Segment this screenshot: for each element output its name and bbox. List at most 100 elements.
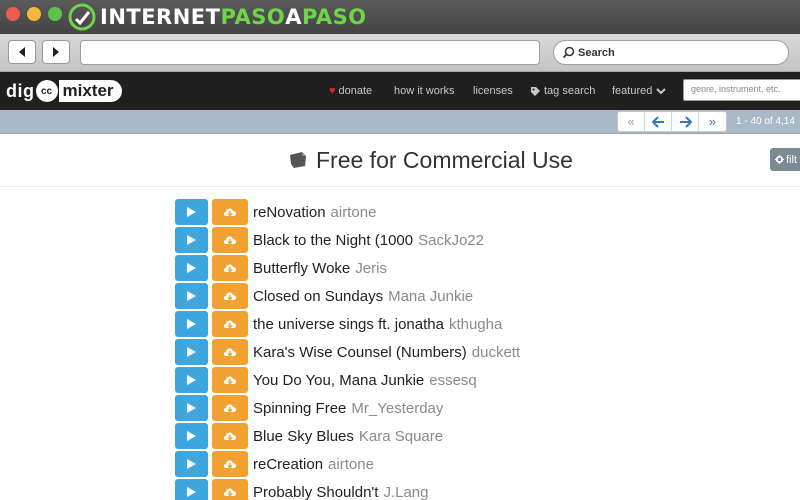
menu-licenses-label: licenses [473, 85, 513, 97]
play-button[interactable] [175, 255, 208, 281]
track-artist[interactable]: J.Lang [383, 484, 428, 500]
menu-licenses[interactable]: licenses [473, 85, 513, 97]
chevron-down-icon [656, 88, 667, 95]
play-button[interactable] [175, 227, 208, 253]
track-title[interactable]: You Do You, Mana Junkie [253, 372, 424, 389]
last-page-button[interactable]: » [699, 112, 726, 131]
track-row: reCreation airtone [175, 450, 675, 478]
play-button[interactable] [175, 283, 208, 309]
site-search-input[interactable]: genre, instrument, etc. [683, 79, 800, 101]
download-button[interactable] [212, 367, 248, 393]
track-title[interactable]: the universe sings ft. jonatha [253, 316, 444, 333]
menu-tag-search-label: tag search [544, 85, 596, 97]
play-button[interactable] [175, 339, 208, 365]
window-minimize-button[interactable] [27, 7, 41, 21]
track-artist[interactable]: kthugha [449, 316, 502, 333]
first-page-button[interactable]: « [618, 112, 645, 131]
play-button[interactable] [175, 311, 208, 337]
track-title[interactable]: Kara's Wise Counsel (Numbers) [253, 344, 467, 361]
track-artist[interactable]: airtone [331, 204, 377, 221]
play-button[interactable] [175, 451, 208, 477]
watermark-text-1: INTERNET [100, 5, 221, 29]
window-maximize-button[interactable] [48, 7, 62, 21]
cloud-download-icon [223, 376, 237, 385]
gear-icon [775, 155, 784, 164]
pager: « » [617, 111, 727, 132]
site-logo[interactable]: dig cc mixter [6, 79, 122, 103]
cloud-download-icon [223, 264, 237, 273]
track-title[interactable]: Blue Sky Blues [253, 428, 354, 445]
download-button[interactable] [212, 339, 248, 365]
track-artist[interactable]: Kara Square [359, 428, 443, 445]
track-title[interactable]: Probably Shouldn't [253, 484, 378, 500]
track-artist[interactable]: duckett [472, 344, 520, 361]
tag-icon [531, 86, 540, 96]
track-title[interactable]: Spinning Free [253, 400, 346, 417]
back-arrow-icon [19, 47, 25, 57]
play-icon [187, 375, 196, 385]
menu-how-it-works-label: how it works [394, 85, 455, 97]
download-button[interactable] [212, 423, 248, 449]
menu-donate[interactable]: ♥ donate [329, 85, 372, 97]
filter-button-label: filt [786, 153, 797, 166]
heart-icon: ♥ [329, 85, 336, 97]
watermark-text-4: PASO [301, 5, 367, 29]
download-button[interactable] [212, 479, 248, 500]
download-button[interactable] [212, 311, 248, 337]
browser-search-field[interactable]: Search [553, 40, 789, 65]
track-title[interactable]: Closed on Sundays [253, 288, 383, 305]
play-button[interactable] [175, 479, 208, 500]
track-title[interactable]: Butterfly Woke [253, 260, 350, 277]
track-row: Kara's Wise Counsel (Numbers) duckett [175, 338, 675, 366]
forward-arrow-icon [53, 47, 59, 57]
play-icon [187, 459, 196, 469]
track-title[interactable]: reCreation [253, 456, 323, 473]
play-button[interactable] [175, 367, 208, 393]
previous-page-button[interactable] [645, 112, 672, 131]
download-button[interactable] [212, 255, 248, 281]
watermark-text-3: A [285, 5, 302, 29]
track-title[interactable]: reNovation [253, 204, 326, 221]
site-header: dig cc mixter ♥ donate how it works lice… [0, 72, 800, 110]
arrow-right-icon [679, 115, 692, 128]
download-button[interactable] [212, 283, 248, 309]
download-button[interactable] [212, 451, 248, 477]
watermark-logo-icon [68, 3, 96, 31]
window-close-button[interactable] [6, 7, 20, 21]
logo-cc-badge: cc [35, 80, 58, 102]
cloud-download-icon [223, 292, 237, 301]
track-row: reNovation airtone [175, 198, 675, 226]
track-artist[interactable]: Mr_Yesterday [351, 400, 443, 417]
address-bar[interactable] [80, 40, 540, 65]
menu-tag-search[interactable]: tag search [530, 85, 595, 97]
play-button[interactable] [175, 395, 208, 421]
back-button[interactable] [8, 40, 36, 64]
next-page-button[interactable] [672, 112, 699, 131]
track-artist[interactable]: SackJo22 [418, 232, 484, 249]
track-artist[interactable]: Mana Junkie [388, 288, 473, 305]
play-icon [187, 347, 196, 357]
play-icon [187, 319, 196, 329]
download-button[interactable] [212, 227, 248, 253]
play-button[interactable] [175, 423, 208, 449]
menu-featured[interactable]: featured [612, 85, 667, 97]
download-button[interactable] [212, 395, 248, 421]
title-area: Free for Commercial Use filt [0, 134, 800, 187]
forward-button[interactable] [42, 40, 70, 64]
track-artist[interactable]: Jeris [355, 260, 387, 277]
track-title[interactable]: Black to the Night (1000 [253, 232, 413, 249]
cloud-download-icon [223, 348, 237, 357]
track-artist[interactable]: airtone [328, 456, 374, 473]
cloud-download-icon [223, 236, 237, 245]
play-button[interactable] [175, 199, 208, 225]
download-button[interactable] [212, 199, 248, 225]
menu-how-it-works[interactable]: how it works [394, 85, 455, 97]
arrow-left-icon [651, 115, 664, 128]
logo-dig-text: dig [6, 80, 35, 101]
track-artist[interactable]: essesq [429, 372, 477, 389]
play-icon [187, 291, 196, 301]
browser-toolbar: Search [0, 34, 800, 72]
play-icon [187, 235, 196, 245]
filter-button[interactable]: filt [770, 148, 800, 171]
cloud-download-icon [223, 404, 237, 413]
